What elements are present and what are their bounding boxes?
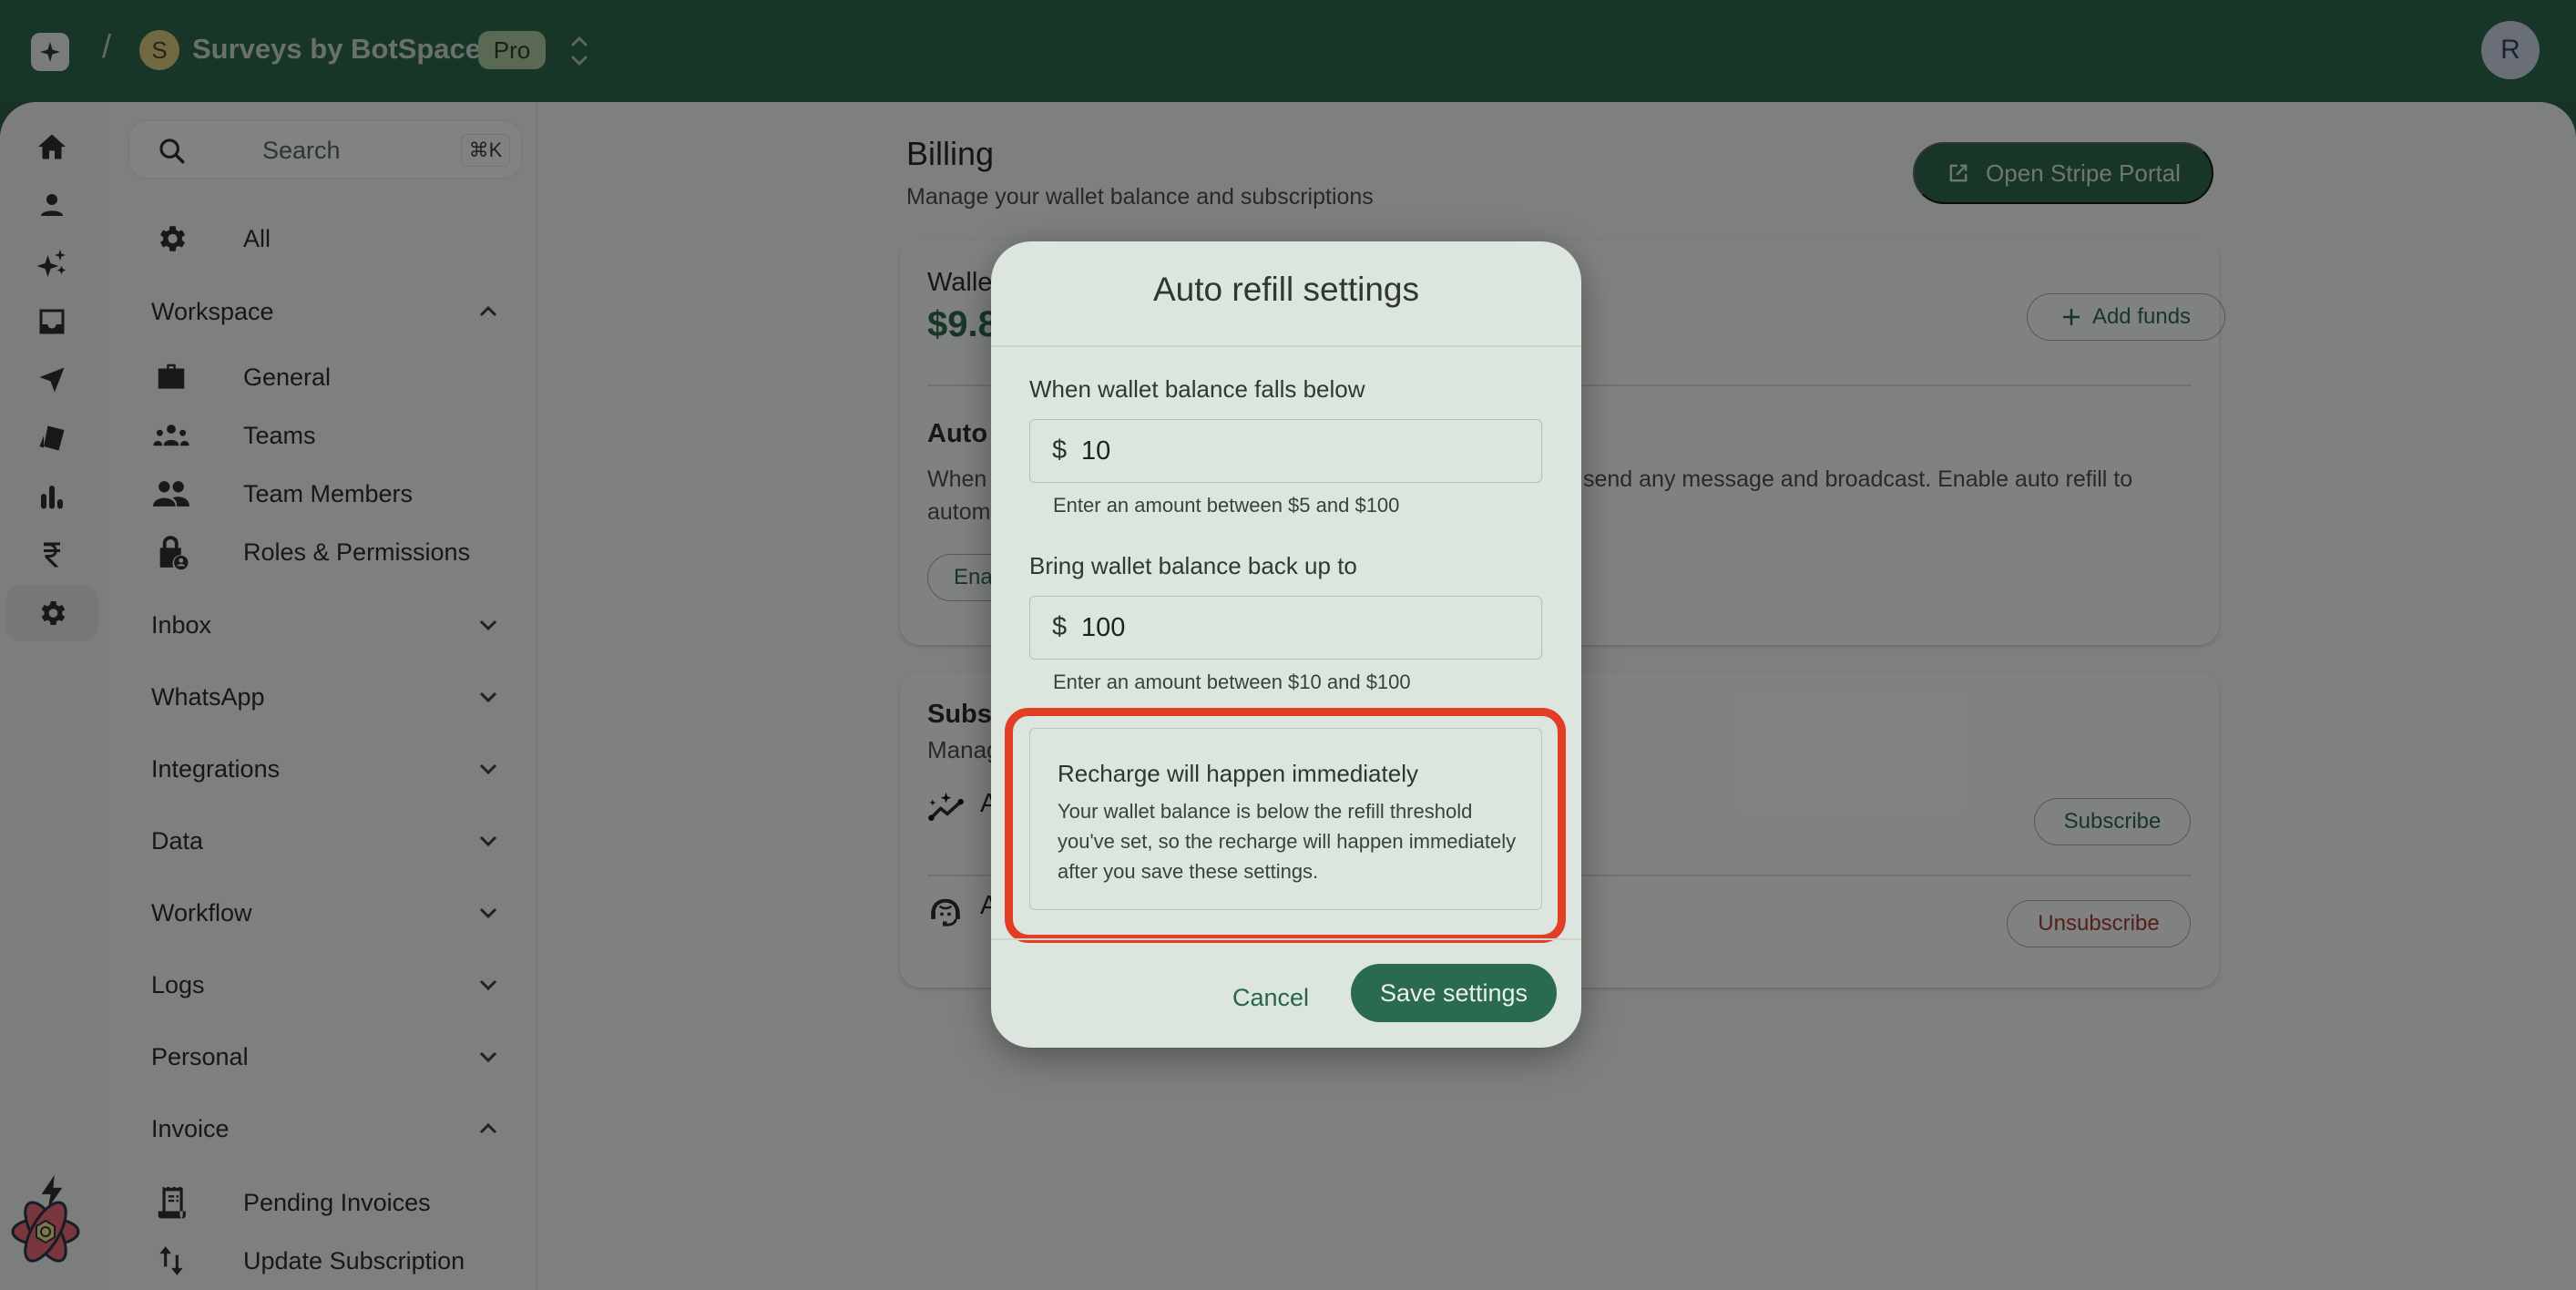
- threshold-input[interactable]: [1081, 431, 1518, 471]
- threshold-help: Enter an amount between $5 and $100: [1053, 494, 1400, 517]
- target-currency: $: [1052, 612, 1068, 641]
- target-input[interactable]: [1081, 608, 1518, 648]
- highlight-annotation: [1005, 708, 1566, 943]
- target-field[interactable]: $: [1029, 596, 1542, 660]
- auto-refill-settings-dialog: Auto refill settings When wallet balance…: [991, 241, 1581, 1048]
- dialog-footer-divider: [991, 938, 1581, 940]
- target-help: Enter an amount between $10 and $100: [1053, 671, 1411, 693]
- dialog-title: Auto refill settings: [1152, 271, 1420, 308]
- threshold-field[interactable]: $: [1029, 419, 1542, 483]
- target-label: Bring wallet balance back up to: [1029, 552, 1357, 579]
- dialog-header-divider: [991, 345, 1581, 347]
- threshold-currency: $: [1052, 435, 1068, 465]
- cancel-button[interactable]: Cancel: [1207, 970, 1334, 1025]
- save-settings-button[interactable]: Save settings: [1351, 964, 1557, 1022]
- threshold-label: When wallet balance falls below: [1029, 375, 1365, 403]
